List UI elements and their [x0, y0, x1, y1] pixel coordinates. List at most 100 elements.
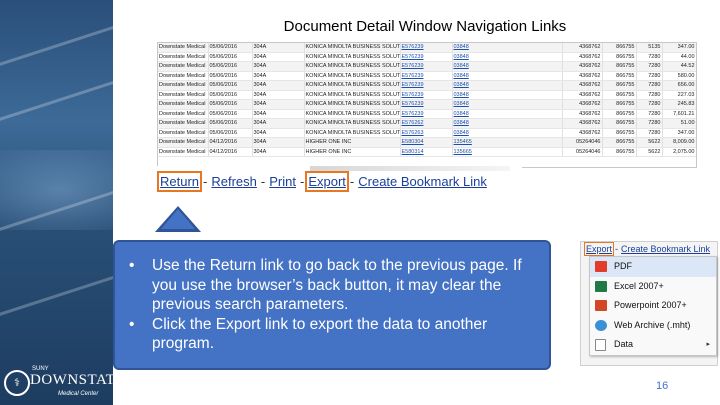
- table-cell: KONICA MINOLTA BUSINESS SOLUTI: [304, 80, 401, 91]
- table-cell[interactable]: 03848: [452, 128, 563, 138]
- table-cell: 304A: [252, 80, 305, 91]
- table-cell[interactable]: 03848: [452, 90, 563, 100]
- table-cell[interactable]: E576239: [400, 109, 453, 119]
- slide-title: Document Detail Window Navigation Links: [283, 18, 567, 35]
- table-cell: 51.00: [662, 118, 696, 129]
- table-cell: Downstate Medical: [158, 99, 209, 110]
- table-cell[interactable]: E576239: [400, 90, 453, 100]
- table-cell: 2,075.00: [662, 147, 696, 157]
- table-cell: Downstate Medical: [158, 128, 209, 138]
- table-cell: 5135: [636, 43, 663, 53]
- sidebar-glow: [0, 150, 113, 230]
- instruction-callout: • Use the Return link to go back to the p…: [113, 240, 551, 370]
- table-cell[interactable]: 03848: [452, 71, 563, 81]
- table-cell: 7280: [636, 90, 663, 100]
- export-link[interactable]: Export: [305, 171, 349, 192]
- table-cell: 05/06/2016: [208, 80, 253, 91]
- table-cell: 304A: [252, 43, 305, 53]
- table-cell[interactable]: 135665: [452, 147, 563, 157]
- menu-item-label: Powerpoint 2007+: [614, 300, 687, 310]
- table-cell: 304A: [252, 147, 305, 157]
- table-cell[interactable]: 03848: [452, 52, 563, 62]
- menu-item-powerpoint[interactable]: Powerpoint 2007+: [590, 296, 716, 316]
- powerpoint-icon: [595, 300, 607, 311]
- table-cell: 866755: [602, 137, 637, 148]
- separator: -: [260, 174, 266, 189]
- table-cell: 7280: [636, 52, 663, 62]
- table-cell[interactable]: E576239: [400, 52, 453, 62]
- table-cell: HIGHER ONE INC: [304, 147, 401, 157]
- menu-item-label: PDF: [614, 261, 632, 271]
- pdf-icon: [595, 261, 607, 272]
- menu-item-label: Web Archive (.mht): [614, 319, 691, 330]
- menu-item-data[interactable]: Data ▸: [590, 335, 716, 355]
- table-cell: 304A: [252, 61, 305, 72]
- table-cell[interactable]: 03848: [452, 118, 563, 129]
- table-cell: KONICA MINOLTA BUSINESS SOLUTI: [304, 99, 401, 110]
- table-cell: KONICA MINOLTA BUSINESS SOLUTI: [304, 128, 401, 138]
- table-cell[interactable]: E576239: [400, 43, 453, 53]
- table-cell: Downstate Medical: [158, 137, 209, 148]
- table-cell: 4368762: [562, 80, 603, 91]
- table-cell: 4368762: [562, 43, 603, 53]
- export-menu-link[interactable]: Export: [583, 242, 615, 256]
- table-row: Downstate Medical 05/06/2016 304A KONICA MI…: [158, 52, 696, 62]
- table-cell[interactable]: 135465: [452, 137, 563, 148]
- table-row: Downstate Medical 05/06/2016 304A KONICA MI…: [158, 43, 696, 53]
- table-cell[interactable]: E576239: [400, 71, 453, 81]
- refresh-link[interactable]: Refresh: [211, 174, 257, 189]
- separator: -: [299, 174, 305, 189]
- table-cell: 4368762: [562, 52, 603, 62]
- table-row: Downstate Medical 05/06/2016 304A KONICA MI…: [158, 80, 696, 91]
- table-cell: 05/06/2016: [208, 109, 253, 119]
- table-cell: 866755: [602, 90, 637, 100]
- table-cell[interactable]: E580304: [400, 137, 453, 148]
- table-cell[interactable]: E576239: [400, 80, 453, 91]
- chevron-right-icon: ▸: [706, 341, 710, 348]
- document-detail-table: Downstate Medical 05/06/2016 304A KONICA MI…: [157, 42, 697, 168]
- create-bookmark-link-small[interactable]: Create Bookmark Link: [621, 244, 710, 254]
- menu-item-web-archive[interactable]: Web Archive (.mht): [590, 316, 716, 336]
- table-cell: KONICA MINOLTA BUSINESS SOLUTI: [304, 90, 401, 100]
- table-cell: 245.83: [662, 99, 696, 110]
- table-cell: Downstate Medical: [158, 109, 209, 119]
- table-cell: Downstate Medical: [158, 61, 209, 72]
- bullet: •: [129, 315, 135, 333]
- sidebar-streak: [0, 61, 113, 132]
- table-cell: Downstate Medical: [158, 80, 209, 91]
- table-cell[interactable]: 03848: [452, 99, 563, 110]
- table-cell: 7280: [636, 61, 663, 72]
- data-grid: Downstate Medical 05/06/2016 304A KONICA MI…: [158, 43, 696, 157]
- table-cell[interactable]: 03848: [452, 61, 563, 72]
- table-cell: 4368762: [562, 118, 603, 129]
- table-cell: 304A: [252, 71, 305, 81]
- logo-subtitle: Medical Center: [58, 391, 99, 397]
- return-link[interactable]: Return: [156, 171, 203, 192]
- table-cell: KONICA MINOLTA BUSINESS SOLUTI: [304, 43, 401, 53]
- downstate-logo: ⚕ SUNY DOWNSTATE Medical Center: [0, 364, 113, 405]
- menu-item-label: Data: [614, 339, 634, 349]
- table-cell[interactable]: 03848: [452, 43, 563, 53]
- up-arrow-fill: [161, 209, 195, 229]
- table-cell: 580.00: [662, 71, 696, 81]
- print-link[interactable]: Print: [269, 174, 296, 189]
- menu-item-pdf[interactable]: PDF: [590, 257, 716, 277]
- table-cell[interactable]: E576239: [400, 99, 453, 110]
- table-cell: Downstate Medical: [158, 118, 209, 129]
- list-item: • Click the Export link to export the dat…: [127, 315, 537, 354]
- create-bookmark-link[interactable]: Create Bookmark Link: [358, 174, 487, 189]
- menu-item-excel[interactable]: Excel 2007+: [590, 277, 716, 297]
- table-cell: 866755: [602, 80, 637, 91]
- table-row: Downstate Medical 05/06/2016 304A KONICA MI…: [158, 90, 696, 100]
- table-cell: KONICA MINOLTA BUSINESS SOLUTI: [304, 52, 401, 62]
- table-cell[interactable]: 03848: [452, 80, 563, 91]
- table-cell[interactable]: E576263: [400, 128, 453, 138]
- table-cell: 05/06/2016: [208, 128, 253, 138]
- table-cell: 04/12/2016: [208, 137, 253, 148]
- table-cell[interactable]: E576262: [400, 118, 453, 129]
- table-cell[interactable]: 03848: [452, 109, 563, 119]
- table-cell[interactable]: E580314: [400, 147, 453, 157]
- table-cell[interactable]: E576239: [400, 61, 453, 72]
- table-cell: Downstate Medical: [158, 71, 209, 81]
- table-cell: 7280: [636, 118, 663, 129]
